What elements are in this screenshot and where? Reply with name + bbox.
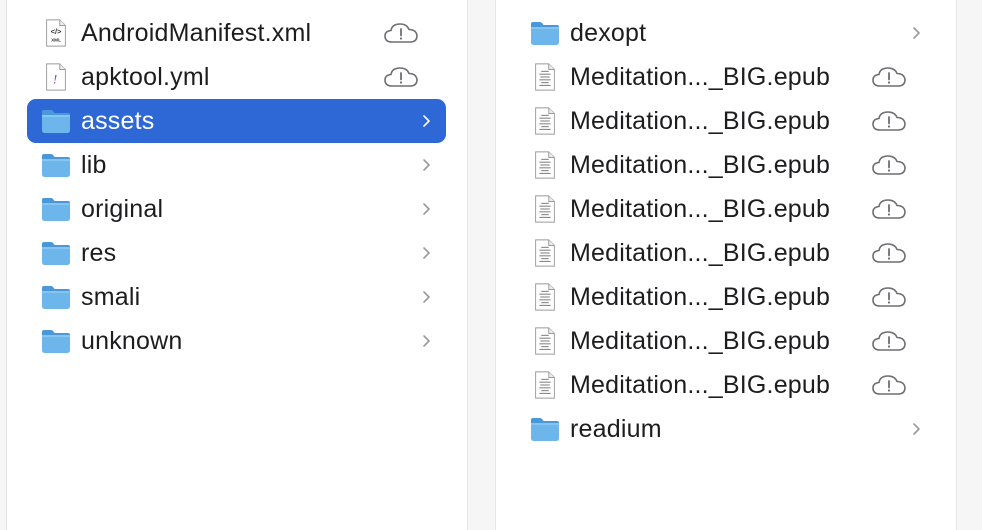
icloud-download-icon[interactable] bbox=[871, 329, 907, 353]
epub-file-icon bbox=[528, 325, 562, 357]
browser-column-2[interactable]: dexopt Meditation..._BIG.epub Meditation..… bbox=[495, 0, 957, 530]
folder-icon bbox=[39, 281, 73, 313]
item-name: dexopt bbox=[570, 18, 647, 47]
folder-row[interactable]: unknown bbox=[27, 319, 446, 363]
yml-glyph: ! bbox=[53, 72, 57, 87]
chevron-right-icon[interactable] bbox=[420, 113, 432, 129]
chevron-right-icon[interactable] bbox=[420, 157, 432, 173]
file-row[interactable]: </> XML AndroidManifest.xml bbox=[27, 11, 446, 55]
column-gutter-right bbox=[956, 0, 982, 530]
epub-file-icon bbox=[528, 369, 562, 401]
folder-icon bbox=[39, 325, 73, 357]
file-row[interactable]: Meditation..._BIG.epub bbox=[516, 99, 936, 143]
column-gutter-middle bbox=[467, 0, 495, 530]
icloud-download-icon[interactable] bbox=[871, 197, 907, 221]
folder-row[interactable]: smali bbox=[27, 275, 446, 319]
folder-icon bbox=[39, 149, 73, 181]
file-row[interactable]: Meditation..._BIG.epub bbox=[516, 187, 936, 231]
icloud-download-icon[interactable] bbox=[383, 21, 419, 45]
folder-row[interactable]: lib bbox=[27, 143, 446, 187]
epub-file-icon bbox=[528, 193, 562, 225]
item-name: readium bbox=[570, 414, 662, 443]
icloud-download-icon[interactable] bbox=[871, 241, 907, 265]
chevron-right-icon[interactable] bbox=[420, 245, 432, 261]
browser-column-1[interactable]: </> XML AndroidManifest.xml! apktool.yml ass… bbox=[6, 0, 468, 530]
file-row[interactable]: Meditation..._BIG.epub bbox=[516, 319, 936, 363]
file-row[interactable]: Meditation..._BIG.epub bbox=[516, 231, 936, 275]
folder-icon bbox=[528, 17, 562, 49]
chevron-right-icon[interactable] bbox=[420, 201, 432, 217]
folder-row[interactable]: readium bbox=[516, 407, 936, 451]
folder-icon bbox=[39, 105, 73, 137]
icloud-download-icon[interactable] bbox=[871, 153, 907, 177]
folder-icon bbox=[39, 237, 73, 269]
yml-file-icon: ! bbox=[39, 61, 73, 93]
epub-file-icon bbox=[528, 61, 562, 93]
epub-file-icon bbox=[528, 237, 562, 269]
icloud-download-icon[interactable] bbox=[871, 65, 907, 89]
item-name: unknown bbox=[81, 326, 183, 355]
folder-icon bbox=[528, 413, 562, 445]
xml-file-icon: </> XML bbox=[39, 17, 73, 49]
folder-row[interactable]: dexopt bbox=[516, 11, 936, 55]
folder-row[interactable]: original bbox=[27, 187, 446, 231]
item-name: lib bbox=[81, 150, 107, 179]
icloud-download-icon[interactable] bbox=[871, 373, 907, 397]
chevron-right-icon[interactable] bbox=[910, 25, 922, 41]
item-name: assets bbox=[81, 106, 155, 135]
epub-file-icon bbox=[528, 105, 562, 137]
icloud-download-icon[interactable] bbox=[871, 285, 907, 309]
folder-row[interactable]: res bbox=[27, 231, 446, 275]
chevron-right-icon[interactable] bbox=[420, 289, 432, 305]
folder-icon bbox=[39, 193, 73, 225]
file-row[interactable]: ! apktool.yml bbox=[27, 55, 446, 99]
folder-row[interactable]: assets bbox=[27, 99, 446, 143]
file-row[interactable]: Meditation..._BIG.epub bbox=[516, 55, 936, 99]
epub-file-icon bbox=[528, 281, 562, 313]
chevron-right-icon[interactable] bbox=[910, 421, 922, 437]
icloud-download-icon[interactable] bbox=[383, 65, 419, 89]
xml-label: XML bbox=[51, 37, 61, 42]
epub-file-icon bbox=[528, 149, 562, 181]
chevron-right-icon[interactable] bbox=[420, 333, 432, 349]
file-row[interactable]: Meditation..._BIG.epub bbox=[516, 275, 936, 319]
item-name: original bbox=[81, 194, 164, 223]
xml-glyph: </> bbox=[51, 27, 62, 36]
file-row[interactable]: Meditation..._BIG.epub bbox=[516, 143, 936, 187]
item-name: smali bbox=[81, 282, 141, 311]
item-name: res bbox=[81, 238, 117, 267]
icloud-download-icon[interactable] bbox=[871, 109, 907, 133]
file-row[interactable]: Meditation..._BIG.epub bbox=[516, 363, 936, 407]
